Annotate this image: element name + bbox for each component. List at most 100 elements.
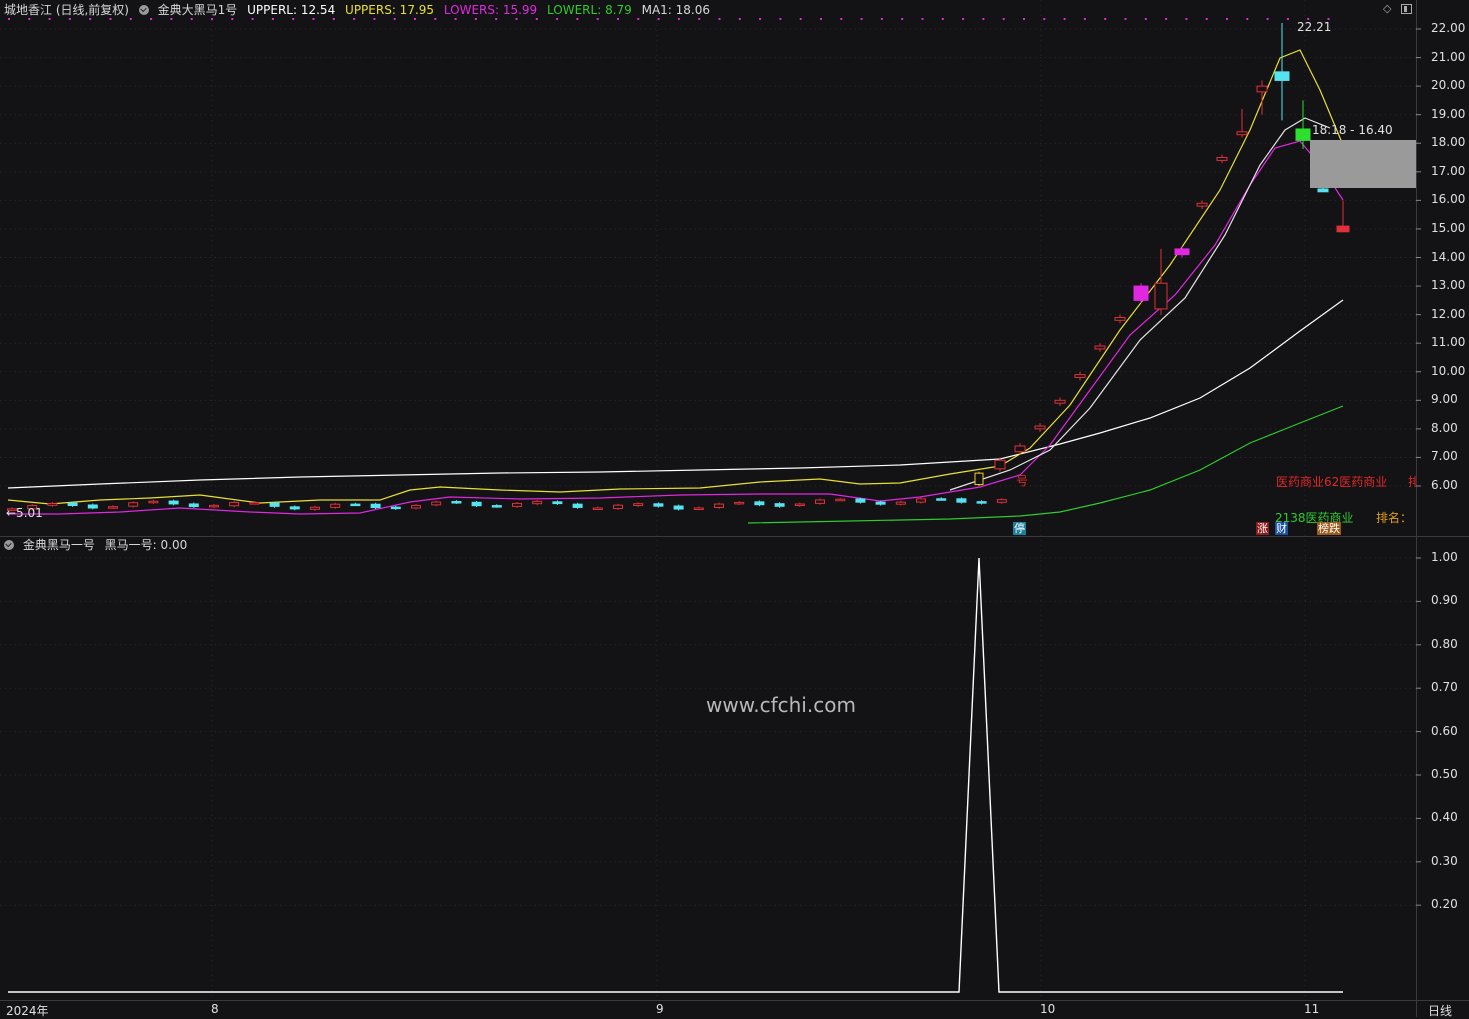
check-circle-icon[interactable] — [138, 5, 149, 15]
upperl-value: UPPERL: 12.54 — [247, 3, 336, 17]
time-tick: 10 — [1040, 1002, 1056, 1016]
signal-dot — [880, 18, 883, 20]
candle-body — [1154, 282, 1168, 310]
candle-body — [653, 503, 664, 507]
candle-body — [916, 498, 926, 503]
candle-body — [188, 503, 199, 508]
signal-dot — [840, 18, 843, 20]
candle-body — [875, 501, 886, 505]
candle-body — [1256, 85, 1268, 93]
signal-dot — [901, 18, 904, 20]
price-tick: 15.00 — [1431, 220, 1466, 235]
badge-ting[interactable]: 停 — [1013, 522, 1026, 535]
candle-body — [1094, 345, 1106, 350]
candle-body — [835, 498, 846, 502]
period-label[interactable]: 日线 — [1428, 1002, 1452, 1019]
candle-body — [1236, 131, 1248, 136]
candle-body — [108, 506, 118, 509]
candle-body — [774, 503, 785, 507]
candle-body — [1196, 202, 1208, 207]
signal-dot — [982, 18, 985, 20]
signal-dot — [1165, 18, 1168, 20]
time-tick: 2024年 — [6, 1004, 49, 1018]
indicator-line — [747, 405, 1344, 524]
window-icon[interactable] — [1401, 4, 1412, 14]
price-tick: 7.00 — [1431, 449, 1458, 464]
candle-body — [552, 501, 563, 505]
badge-bang[interactable]: 榜跌 — [1317, 522, 1341, 535]
high-label: 22.21 — [1297, 20, 1332, 34]
signal-dot — [1266, 18, 1269, 20]
price-tick: 19.00 — [1431, 106, 1466, 121]
signal-dot — [718, 18, 721, 20]
signal-dot — [941, 18, 944, 20]
sector-red-label: 医药商业62医药商业 — [1276, 475, 1388, 489]
badge-zhang[interactable]: 涨 — [1256, 522, 1269, 535]
price-tick: 11.00 — [1431, 335, 1466, 350]
candle-body — [895, 501, 906, 505]
sector-red-extra: 排 — [1408, 475, 1416, 489]
candle-body — [956, 498, 967, 503]
candle-body — [613, 504, 623, 509]
candle-body — [67, 502, 78, 507]
price-tick: 8.00 — [1431, 420, 1458, 435]
candle-body — [47, 503, 58, 506]
candle-body — [693, 507, 704, 510]
candle-body — [310, 506, 320, 510]
signal-dot — [1246, 18, 1249, 20]
candle-body — [471, 501, 482, 507]
candle-body — [1216, 157, 1228, 161]
candle-body — [1174, 248, 1190, 256]
signal-dot — [799, 18, 802, 20]
candle-body — [936, 498, 947, 501]
signal-dot — [1226, 18, 1228, 20]
signal-dot — [921, 18, 924, 20]
signal-dot — [1043, 18, 1046, 20]
sub-tick: 0.70 — [1431, 680, 1458, 695]
uppers-value: UPPERS: 17.95 — [345, 3, 435, 17]
candle-body — [168, 500, 179, 505]
indicator-line — [7, 49, 1344, 505]
gridlines — [0, 0, 1416, 1000]
signal-dot — [1063, 18, 1066, 20]
candle-body — [209, 504, 219, 508]
candle-body — [994, 459, 1006, 470]
price-tick: 10.00 — [1431, 363, 1466, 378]
main-header: 城地香江 (日线,前复权) 金典大黑马1号 UPPERL: 12.54 UPPE… — [4, 1, 716, 19]
candle-body — [512, 502, 522, 507]
candle-body — [249, 502, 260, 505]
badge-cai[interactable]: 财 — [1275, 522, 1288, 535]
signal-dot — [820, 18, 822, 20]
candle-body — [431, 501, 442, 506]
candle-body — [330, 503, 341, 508]
candle-body — [491, 505, 502, 508]
candle-body — [633, 503, 644, 506]
time-tick: 9 — [656, 1002, 664, 1016]
sub-indicator-value: 黑马一号: 0.00 — [104, 538, 188, 552]
candle-body — [974, 472, 984, 486]
candle-body — [87, 504, 98, 509]
signal-dot — [1104, 18, 1107, 20]
sub-tick: 0.20 — [1431, 897, 1458, 912]
check-circle-icon[interactable] — [4, 540, 14, 550]
chart-canvas — [0, 0, 1469, 1017]
price-tick: 21.00 — [1431, 49, 1466, 64]
stock-title[interactable]: 城地香江 (日线,前复权) — [4, 3, 129, 17]
signal-dot — [1023, 18, 1025, 20]
candle-body — [714, 503, 724, 508]
candle-body — [815, 499, 825, 504]
candle-body — [411, 504, 421, 509]
lowerl-value: LOWERL: 8.79 — [547, 3, 632, 17]
sub-tick: 0.50 — [1431, 767, 1458, 781]
diamond-icon[interactable]: ◇ — [1383, 3, 1393, 14]
candle-body — [976, 501, 987, 504]
candle-body — [289, 506, 300, 510]
candle-body — [754, 501, 765, 506]
candle-body — [451, 501, 462, 504]
indicator-name[interactable]: 金典大黑马1号 — [158, 3, 238, 17]
candle-body — [269, 502, 280, 507]
sub-indicator-name[interactable]: 金典黑马一号 — [23, 538, 95, 552]
range-box — [1310, 140, 1416, 188]
price-tick: 18.00 — [1431, 135, 1466, 150]
rank-label: 排名： — [1376, 511, 1413, 525]
